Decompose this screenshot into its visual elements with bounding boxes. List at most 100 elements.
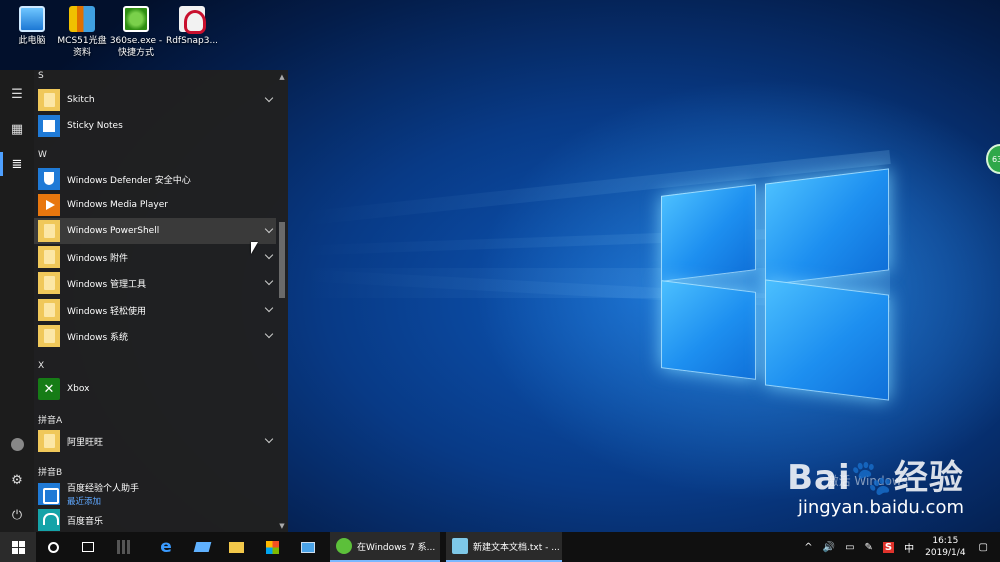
- rdfsnap-icon: [179, 6, 206, 34]
- app-label: Xbox: [67, 384, 90, 394]
- task-view-icon[interactable]: [72, 532, 104, 562]
- folder-icon: [38, 325, 60, 347]
- ime-indicator[interactable]: 中: [904, 540, 914, 555]
- section-header-s[interactable]: S: [38, 71, 44, 81]
- app-item-sticky-notes[interactable]: Sticky Notes: [34, 113, 276, 139]
- volume-icon[interactable]: 🔊: [823, 542, 835, 553]
- desktop-icon-label: RdfSnap3...: [165, 36, 219, 46]
- section-header-pinyin-b[interactable]: 拼音B: [38, 465, 62, 478]
- app-item-aliwangwang[interactable]: 阿里旺旺: [34, 428, 276, 454]
- power-icon[interactable]: ⏻: [0, 502, 34, 528]
- taskbar: e 在Windows 7 系... 新建文本文档.txt - ... ^ 🔊 ▭…: [0, 532, 1000, 562]
- scroll-up-icon[interactable]: ▲: [278, 73, 286, 81]
- app-label: Windows 轻松使用: [67, 306, 147, 317]
- recently-added-label: 最近添加: [67, 497, 102, 507]
- hamburger-menu-icon[interactable]: ☰: [0, 81, 34, 107]
- app-label-group: 百度经验个人助手 最近添加: [67, 481, 139, 507]
- section-header-pinyin-a[interactable]: 拼音A: [38, 413, 62, 426]
- app-item-system[interactable]: Windows 系统: [34, 323, 276, 349]
- chevron-up-icon[interactable]: ^: [804, 542, 812, 553]
- app-label: Skitch: [67, 95, 95, 105]
- store-icon[interactable]: [256, 532, 288, 562]
- app-grid-icon[interactable]: [108, 532, 140, 562]
- wallpaper-logo-pane: [765, 279, 889, 401]
- chevron-down-icon[interactable]: [264, 434, 274, 444]
- app-item-skitch[interactable]: Skitch: [34, 87, 276, 113]
- sticky-notes-icon: [38, 115, 60, 137]
- chevron-down-icon[interactable]: [264, 224, 274, 234]
- app-item-baidu-music[interactable]: 百度音乐: [34, 507, 276, 532]
- desktop-icon-360se[interactable]: 360se.exe - 快捷方式: [104, 2, 168, 59]
- wallpaper-logo-pane: [661, 184, 756, 282]
- remote-app-icon[interactable]: [292, 532, 324, 562]
- start-button[interactable]: [0, 532, 36, 562]
- edge-browser-icon[interactable]: e: [150, 532, 182, 562]
- headphones-icon: [38, 509, 60, 531]
- battery-icon[interactable]: ▭: [845, 542, 854, 553]
- shield-icon: [38, 168, 60, 190]
- chevron-down-icon[interactable]: [264, 276, 274, 286]
- desktop-icon-rdfsnap[interactable]: RdfSnap3...: [160, 2, 224, 47]
- app-item-admin-tools[interactable]: Windows 管理工具: [34, 270, 276, 296]
- app-item-media-player[interactable]: Windows Media Player: [34, 192, 276, 218]
- app-label: Sticky Notes: [67, 121, 123, 131]
- settings-gear-icon[interactable]: ⚙: [0, 467, 34, 493]
- app-item-accessories[interactable]: Windows 附件: [34, 244, 276, 270]
- baidu-watermark: Bai🐾经验 jingyan.baidu.com: [787, 450, 964, 518]
- app-item-defender[interactable]: Windows Defender 安全中心: [34, 166, 276, 192]
- media-player-icon: [38, 194, 60, 216]
- cortana-search-icon[interactable]: [38, 532, 68, 562]
- app-label: 百度音乐: [67, 516, 104, 527]
- user-avatar-icon[interactable]: [0, 431, 34, 457]
- section-header-w[interactable]: W: [38, 150, 47, 160]
- tiles-icon[interactable]: ▦: [0, 116, 34, 142]
- app-label: Windows PowerShell: [67, 226, 160, 236]
- app-item-ease-of-access[interactable]: Windows 轻松使用: [34, 297, 276, 323]
- desktop-icon-label: 360se.exe - 快捷方式: [109, 36, 163, 58]
- xbox-icon: [38, 378, 60, 400]
- baidu-helper-icon: [38, 483, 60, 505]
- app-list-scrollbar[interactable]: ▲ ▼: [276, 70, 288, 532]
- section-header-x[interactable]: X: [38, 361, 44, 371]
- taskbar-app-label: 新建文本文档.txt - ...: [473, 542, 560, 553]
- computer-icon: [19, 6, 45, 32]
- folder-icon: [38, 220, 60, 242]
- chevron-down-icon[interactable]: [264, 303, 274, 313]
- scroll-thumb[interactable]: [279, 222, 285, 298]
- watermark-url: jingyan.baidu.com: [797, 497, 964, 518]
- app-label: 百度经验个人助手: [67, 484, 140, 494]
- browser-360-icon: [336, 538, 352, 554]
- wallpaper-logo-pane: [661, 280, 756, 380]
- laptop-app-icon[interactable]: [186, 532, 218, 562]
- scroll-down-icon[interactable]: ▼: [278, 522, 286, 530]
- app-list[interactable]: S Skitch Sticky Notes W Windows Defender…: [34, 70, 276, 532]
- app-item-baidu-helper[interactable]: 百度经验个人助手 最近添加: [34, 481, 276, 507]
- taskbar-app-360-browser[interactable]: 在Windows 7 系...: [330, 532, 440, 562]
- file-explorer-icon[interactable]: [220, 532, 252, 562]
- windows-logo-icon: [11, 540, 25, 554]
- mouse-cursor-icon: [251, 242, 258, 254]
- sogou-input-icon[interactable]: S: [882, 541, 895, 553]
- start-rail: ☰ ▦ ≣ ⚙ ⏻: [0, 70, 34, 532]
- app-item-powershell[interactable]: Windows PowerShell: [34, 218, 276, 244]
- notification-center-icon[interactable]: ▢: [979, 542, 988, 553]
- all-apps-list-icon[interactable]: ≣: [0, 151, 34, 177]
- folder-archive-icon: [69, 6, 95, 32]
- folder-icon: [38, 89, 60, 111]
- clock[interactable]: 16:15 2019/1/4: [925, 535, 965, 559]
- app-label: 阿里旺旺: [67, 437, 104, 448]
- clock-time: 16:15: [932, 536, 959, 546]
- pen-icon[interactable]: ✎: [865, 542, 873, 553]
- app-label: Windows 系统: [67, 332, 129, 343]
- system-tray: ^ 🔊 ▭ ✎ S 中 16:15 2019/1/4 ▢: [799, 532, 1000, 562]
- chevron-down-icon[interactable]: [264, 329, 274, 339]
- app-label: Windows Media Player: [67, 200, 168, 210]
- chevron-down-icon[interactable]: [264, 250, 274, 260]
- app-item-xbox[interactable]: Xbox: [34, 376, 276, 402]
- app-label: Windows 附件: [67, 253, 129, 264]
- taskbar-app-notepad[interactable]: 新建文本文档.txt - ...: [446, 532, 562, 562]
- folder-icon: [38, 299, 60, 321]
- notepad-icon: [452, 538, 468, 554]
- chevron-down-icon[interactable]: [264, 93, 274, 103]
- folder-icon: [38, 430, 60, 452]
